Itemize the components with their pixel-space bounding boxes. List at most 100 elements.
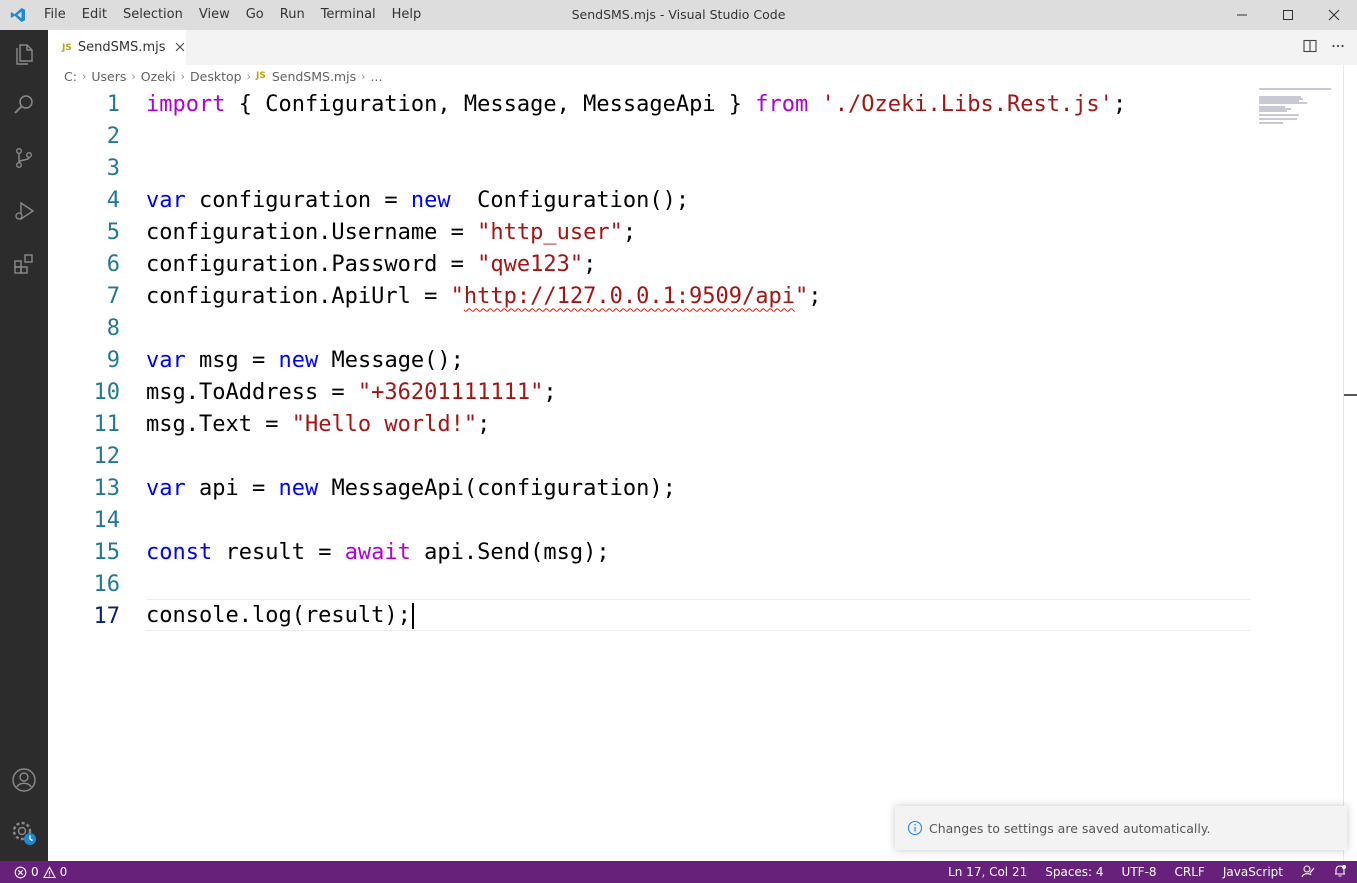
tab-sendsms[interactable]: JS SendSMS.mjs [48, 30, 186, 65]
manage-button[interactable] [0, 809, 48, 857]
token-string-link[interactable]: http://127.0.0.1:9509/api [464, 284, 795, 309]
token-string: " [795, 283, 809, 309]
problems-indicator[interactable]: 0 0 [0, 865, 67, 879]
line-number: 12 [93, 443, 121, 469]
code-line-9[interactable]: 9 var msg = new Message(); [48, 344, 1251, 376]
line-number: 7 [106, 283, 120, 309]
token-text: msg.Text = [146, 411, 292, 437]
menu-view[interactable]: View [191, 0, 238, 30]
token-text: MessageApi(configuration); [318, 475, 676, 501]
menu-file[interactable]: File [36, 0, 74, 30]
line-number: 4 [106, 187, 120, 213]
maximize-button[interactable] [1265, 0, 1311, 30]
notification-toast[interactable]: Changes to settings are saved automatica… [895, 806, 1347, 850]
token-text: msg = [185, 347, 279, 373]
file-encoding[interactable]: UTF-8 [1122, 865, 1157, 879]
window-controls [1219, 0, 1357, 30]
menu-run[interactable]: Run [272, 0, 313, 30]
code-line-6[interactable]: 6 configuration.Password = "qwe123"; [48, 248, 1251, 280]
code-line-3[interactable]: 3 [48, 152, 1251, 184]
token-text: { Configuration, Message, MessageApi } [225, 91, 756, 117]
menu-help[interactable]: Help [384, 0, 430, 30]
line-number: 14 [93, 507, 121, 533]
breadcrumb-file[interactable]: SendSMS.mjs [272, 69, 356, 84]
breadcrumb-drive[interactable]: C: [64, 69, 77, 84]
line-content: console.log(result); [120, 603, 414, 629]
code-line-10[interactable]: 10 msg.ToAddress = "+36201111111"; [48, 376, 1251, 408]
search-button[interactable] [0, 81, 48, 129]
editor-actions [1303, 30, 1345, 65]
code-line-17[interactable]: 17 console.log(result); [48, 600, 1251, 632]
menu-selection[interactable]: Selection [115, 0, 191, 30]
line-content: var api = new MessageApi(configuration); [120, 476, 676, 501]
code-line-14[interactable]: 14 [48, 504, 1251, 536]
token-string: "Hello world!" [291, 411, 478, 437]
code-line-5[interactable]: 5 configuration.Username = "http_user"; [48, 216, 1251, 248]
close-window-button[interactable] [1311, 0, 1357, 30]
accounts-button[interactable] [0, 756, 48, 804]
token-string: './Ozeki.Libs.Rest.js' [821, 91, 1113, 117]
token-string: " [450, 283, 464, 309]
token-keyword: var [146, 347, 186, 373]
code-line-15[interactable]: 15 const result = await api.Send(msg); [48, 536, 1251, 568]
explorer-button[interactable] [0, 30, 48, 78]
token-keyword: const [146, 539, 213, 565]
notifications-button[interactable] [1333, 864, 1347, 881]
more-actions-button[interactable] [1331, 38, 1345, 57]
feedback-button[interactable] [1301, 864, 1315, 881]
minimap-line [1259, 118, 1297, 120]
language-mode[interactable]: JavaScript [1223, 865, 1283, 879]
menu-edit[interactable]: Edit [74, 0, 115, 30]
title-bar: File Edit Selection View Go Run Terminal… [0, 0, 1357, 30]
minimap-line [1259, 88, 1331, 90]
vertical-scrollbar[interactable] [1343, 65, 1344, 861]
code-editor[interactable]: 1 import { Configuration, Message, Messa… [48, 88, 1343, 861]
line-content: import { Configuration, Message, Message… [120, 92, 1126, 117]
tab-bar: JS SendSMS.mjs [48, 30, 1357, 65]
menu-go[interactable]: Go [238, 0, 272, 30]
indentation[interactable]: Spaces: 4 [1045, 865, 1103, 879]
line-number: 8 [106, 315, 120, 341]
tab-close-button[interactable] [175, 40, 185, 56]
end-of-line[interactable]: CRLF [1175, 865, 1205, 879]
chevron-right-icon: › [361, 69, 366, 83]
line-number: 13 [93, 475, 121, 501]
minimize-button[interactable] [1219, 0, 1265, 30]
code-line-13[interactable]: 13 var api = new MessageApi(configuratio… [48, 472, 1251, 504]
token-keyword: import [146, 91, 226, 117]
warning-count: 0 [59, 865, 68, 879]
cursor-position[interactable]: Ln 17, Col 21 [948, 865, 1027, 879]
code-line-2[interactable]: 2 [48, 120, 1251, 152]
split-editor-button[interactable] [1303, 38, 1317, 57]
line-content: var msg = new Message(); [120, 348, 464, 373]
token-text: ; [1112, 91, 1127, 117]
breadcrumb-desktop[interactable]: Desktop [190, 69, 242, 84]
chevron-right-icon: › [81, 69, 87, 83]
code-line-4[interactable]: 4 var configuration = new Configuration(… [48, 184, 1251, 216]
menu-terminal[interactable]: Terminal [313, 0, 384, 30]
minimap[interactable] [1256, 86, 1342, 126]
code-line-7[interactable]: 7 configuration.ApiUrl = "http://127.0.0… [48, 280, 1251, 312]
code-line-16[interactable]: 16 [48, 568, 1251, 600]
code-line-8[interactable]: 8 [48, 312, 1251, 344]
extensions-icon [14, 254, 33, 274]
code-line-1[interactable]: 1 import { Configuration, Message, Messa… [48, 88, 1251, 120]
minimap-line [1259, 114, 1299, 116]
extensions-button[interactable] [0, 240, 48, 288]
line-number: 16 [93, 571, 121, 597]
breadcrumb-users[interactable]: Users [91, 69, 126, 84]
feedback-icon [1301, 864, 1315, 877]
split-editor-icon [1303, 39, 1317, 53]
vscode-logo-icon [0, 0, 36, 30]
minimize-icon [1237, 14, 1247, 16]
line-number: 15 [93, 539, 121, 565]
breadcrumb-ozeki[interactable]: Ozeki [141, 69, 176, 84]
source-control-button[interactable] [0, 134, 48, 182]
breadcrumb-symbols[interactable]: ... [371, 69, 383, 84]
line-number: 1 [106, 91, 120, 117]
token-keyword: new [278, 475, 319, 501]
run-debug-button[interactable] [0, 187, 48, 235]
code-line-11[interactable]: 11 msg.Text = "Hello world!"; [48, 408, 1251, 440]
code-line-12[interactable]: 12 [48, 440, 1251, 472]
